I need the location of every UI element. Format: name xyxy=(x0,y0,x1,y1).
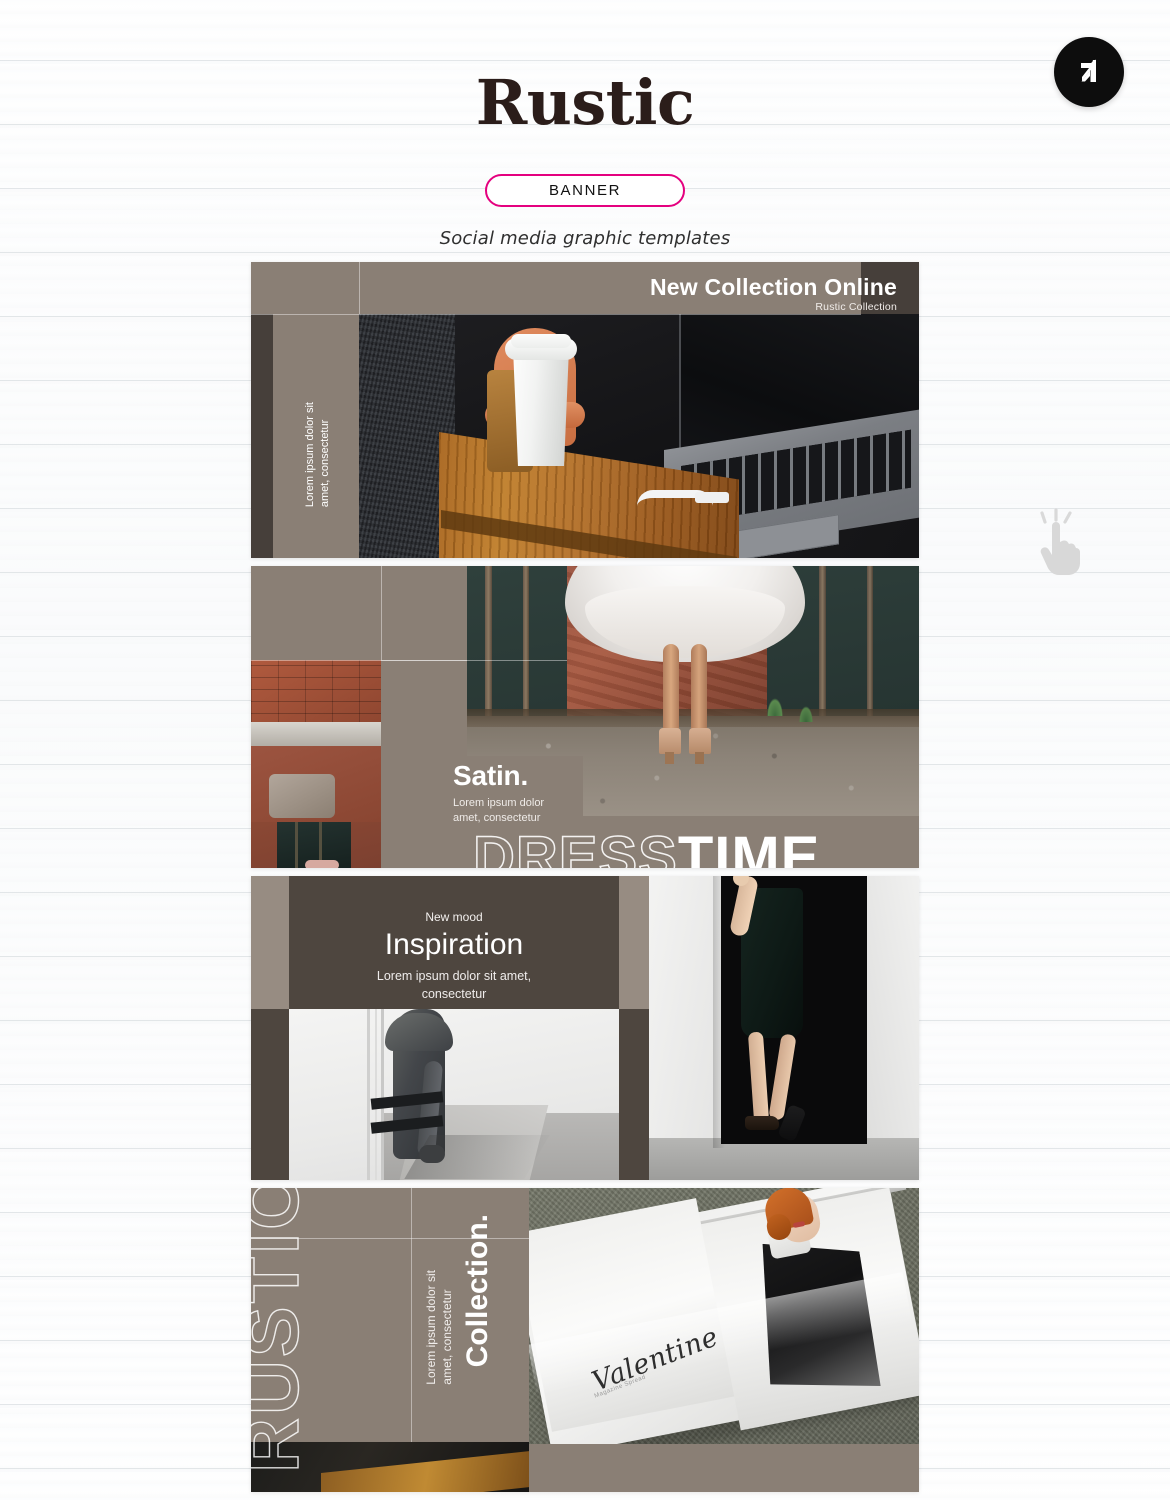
banner2-panel-topleft xyxy=(251,566,467,660)
page-title: Rustic xyxy=(475,66,695,139)
banner1-gridline-v1 xyxy=(359,262,360,314)
banner-card-new-collection[interactable]: New Collection Online Rustic Collection … xyxy=(251,262,919,558)
banner3-kicker: New mood xyxy=(425,910,483,924)
banner1-gridline-h1 xyxy=(251,314,861,315)
banner2-solid-word: TIME xyxy=(677,825,821,868)
banner4-subtitle: Lorem ipsum dolor sit amet, consectetur xyxy=(424,1270,455,1385)
banner3-strip-right xyxy=(619,876,649,1009)
banner1-vertical-caption: Lorem ipsum dolor sit amet, consectetur xyxy=(304,402,331,508)
banner2-big-headline: DRESSTIME xyxy=(472,824,821,868)
banner1-subtitle: Rustic Collection xyxy=(815,301,897,313)
banner2-subtitle: Lorem ipsum dolor amet, consectetur xyxy=(453,797,545,824)
banner4-title: Collection. xyxy=(461,1214,495,1368)
banner1-title: New Collection Online xyxy=(649,274,897,300)
banner-card-inspiration[interactable]: New mood Inspiration Lorem ipsum dolor s… xyxy=(251,876,919,1180)
banner3-strip-bottomleft xyxy=(251,1009,289,1180)
banner2-title: Satin. xyxy=(453,760,529,791)
pointing-hand-cursor-icon xyxy=(1040,508,1080,575)
banner3-corner-topleft xyxy=(251,876,289,1009)
banner3-photo-right xyxy=(649,876,919,1180)
page-root: Rustic BANNER Social media graphic templ… xyxy=(0,0,1170,1500)
banner3-strip-bottomright xyxy=(619,1009,649,1180)
banner3-title: Inspiration xyxy=(384,928,524,961)
banner4-text-block: Collection. Lorem ipsum dolor sit amet, … xyxy=(423,1214,495,1434)
page-subtitle: Social media graphic templates xyxy=(439,228,731,249)
banner-card-rustic-collection[interactable]: Valentine Magazine Spread RUSTIC Collect… xyxy=(251,1188,919,1492)
banner-card-satin-dress-time[interactable]: Satin. Lorem ipsum dolor amet, consectet… xyxy=(251,566,919,868)
banner2-gridline-h2 xyxy=(381,660,567,661)
banner3-photo-left xyxy=(289,1009,649,1180)
banner1-photo xyxy=(359,314,919,558)
banner4-gridline-v1 xyxy=(411,1188,412,1442)
banner2-gridline-v1 xyxy=(381,566,382,660)
category-badge-label: BANNER xyxy=(548,182,622,199)
banner2-photo-side xyxy=(251,660,381,868)
banner3-subtitle: Lorem ipsum dolor sit amet, consectetur xyxy=(376,969,532,1001)
category-badge: BANNER xyxy=(485,174,685,207)
banner1-dark-left-strip xyxy=(251,314,273,558)
banner2-outline-word: DRESS xyxy=(472,824,678,868)
banner4-outline-word: RUSTIC xyxy=(251,1188,316,1474)
banner4-panel-bottomright xyxy=(529,1444,919,1492)
banner4-photo: Valentine Magazine Spread xyxy=(529,1188,919,1444)
